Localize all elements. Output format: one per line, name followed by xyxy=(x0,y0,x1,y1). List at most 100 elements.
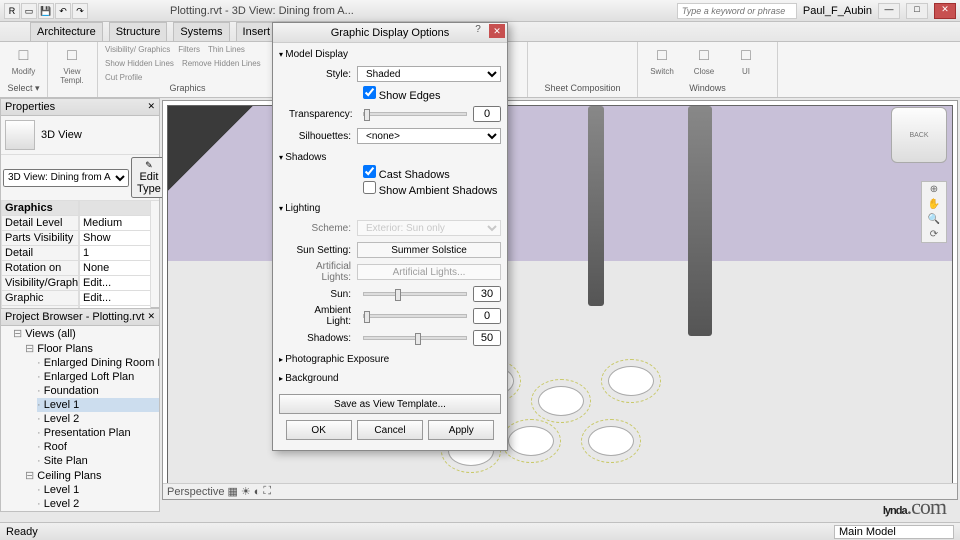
ambient-shadows-checkbox[interactable] xyxy=(363,181,376,194)
sun-label: Sun: xyxy=(289,289,357,300)
dialog-close-icon[interactable]: ✕ xyxy=(489,24,505,38)
group-graphics: Graphics xyxy=(102,83,273,95)
open-icon[interactable]: ▭ xyxy=(21,3,37,19)
sun-path-icon[interactable]: ☀ xyxy=(241,485,251,498)
tree-item[interactable]: Level 1 xyxy=(37,483,159,497)
dialog-title: Graphic Display Options xyxy=(331,27,450,39)
show-hidden-lines-button[interactable]: Show Hidden Lines xyxy=(102,58,177,69)
tree-item[interactable]: Roof xyxy=(37,440,159,454)
prop-rotation[interactable]: None xyxy=(79,261,151,276)
watermark: lynda.com xyxy=(883,494,946,520)
crop-icon[interactable]: ⛶ xyxy=(263,485,271,498)
main-model-select[interactable] xyxy=(834,525,954,539)
shadows-icon[interactable]: ◐ xyxy=(254,486,261,498)
tree-floor-plans[interactable]: Floor Plans xyxy=(25,341,159,356)
section-shadows[interactable]: Shadows xyxy=(279,150,501,165)
silhouettes-label: Silhouettes: xyxy=(289,131,357,142)
tab-insert[interactable]: Insert xyxy=(236,22,278,41)
tree-item[interactable]: Level 2 xyxy=(37,412,159,426)
view-cube[interactable]: BACK xyxy=(891,107,947,163)
perspective-label[interactable]: Perspective xyxy=(167,486,224,498)
zoom-icon[interactable]: 🔍 xyxy=(928,214,940,225)
cut-profile-button[interactable]: Cut Profile xyxy=(102,72,145,83)
user-interface-button[interactable]: UI xyxy=(726,45,766,83)
switch-windows-button[interactable]: Switch xyxy=(642,45,682,83)
tree-views[interactable]: Views (all) xyxy=(13,326,159,341)
thin-lines-button[interactable]: Thin Lines xyxy=(205,44,248,55)
undo-icon[interactable]: ↶ xyxy=(55,3,71,19)
filters-button[interactable]: Filters xyxy=(175,44,203,55)
orbit-icon[interactable]: ⟳ xyxy=(930,229,938,240)
properties-close-icon[interactable]: ✕ xyxy=(147,101,155,113)
type-preview-icon xyxy=(5,120,35,150)
section-model-display[interactable]: Model Display xyxy=(279,47,501,62)
sun-setting-label: Sun Setting: xyxy=(289,245,357,256)
tab-systems[interactable]: Systems xyxy=(173,22,229,41)
app-menu-icon[interactable]: R xyxy=(4,3,20,19)
prop-parts-visibility[interactable]: Show Original xyxy=(79,231,151,246)
section-photographic-exposure[interactable]: Photographic Exposure xyxy=(279,352,501,367)
show-edges-checkbox[interactable] xyxy=(363,86,376,99)
dialog-help-icon[interactable]: ? xyxy=(471,24,485,38)
redo-icon[interactable]: ↷ xyxy=(72,3,88,19)
maximize-button[interactable]: □ xyxy=(906,3,928,19)
close-hidden-button[interactable]: Close xyxy=(684,45,724,83)
tree-item-selected[interactable]: Level 1 xyxy=(37,398,159,412)
prop-graphic-display[interactable]: Edit... xyxy=(79,291,151,306)
tree-item[interactable]: Presentation Plan xyxy=(37,426,159,440)
sun-input[interactable] xyxy=(473,286,501,302)
save-icon[interactable]: 💾 xyxy=(38,3,54,19)
prop-detail-level[interactable]: Medium xyxy=(79,216,151,231)
section-background[interactable]: Background xyxy=(279,371,501,386)
tree-item[interactable]: Enlarged Dining Room Plan xyxy=(37,356,159,370)
ok-button[interactable]: OK xyxy=(286,420,352,440)
visual-style-icon[interactable]: ▦ xyxy=(227,485,237,498)
silhouettes-select[interactable]: <none> xyxy=(357,128,501,144)
tab-architecture[interactable]: Architecture xyxy=(30,22,103,41)
tree-item[interactable]: Level 2 xyxy=(37,497,159,511)
type-name: 3D View xyxy=(41,129,82,141)
status-bar: Ready xyxy=(0,522,960,540)
transparency-input[interactable] xyxy=(473,106,501,122)
ambient-light-label: Ambient Light: xyxy=(289,305,357,327)
tree-item[interactable]: Enlarged Loft Plan xyxy=(37,370,159,384)
search-input[interactable] xyxy=(677,3,797,19)
steering-wheel-icon[interactable]: ⊕ xyxy=(930,184,938,195)
remove-hidden-lines-button[interactable]: Remove Hidden Lines xyxy=(179,58,264,69)
style-select[interactable]: Shaded xyxy=(357,66,501,82)
sun-slider[interactable] xyxy=(363,292,467,296)
browser-close-icon[interactable]: ✕ xyxy=(147,311,155,323)
group-select[interactable]: Select ▾ xyxy=(4,83,43,95)
shadows-intensity-slider[interactable] xyxy=(363,336,467,340)
style-label: Style: xyxy=(289,69,357,80)
navigation-bar[interactable]: ⊕ ✋ 🔍 ⟳ xyxy=(921,181,947,243)
quick-access-toolbar: R ▭ 💾 ↶ ↷ xyxy=(4,3,88,19)
prop-detail-number[interactable]: 1 xyxy=(79,246,151,261)
section-lighting[interactable]: Lighting xyxy=(279,201,501,216)
scheme-select: Exterior: Sun only xyxy=(357,220,501,236)
apply-button[interactable]: Apply xyxy=(428,420,494,440)
close-button[interactable]: ✕ xyxy=(934,3,956,19)
project-browser-tree[interactable]: Views (all) Floor Plans Enlarged Dining … xyxy=(1,326,159,511)
artificial-lights-button xyxy=(357,264,501,280)
shadows-intensity-input[interactable] xyxy=(473,330,501,346)
transparency-label: Transparency: xyxy=(289,109,357,120)
minimize-button[interactable]: — xyxy=(878,3,900,19)
tree-item[interactable]: Foundation xyxy=(37,384,159,398)
transparency-slider[interactable] xyxy=(363,112,467,116)
tree-item[interactable]: Site Plan xyxy=(37,454,159,468)
save-as-view-template-button[interactable]: Save as View Template... xyxy=(279,394,501,414)
modify-button[interactable]: Modify xyxy=(4,45,43,83)
tree-ceiling-plans[interactable]: Ceiling Plans xyxy=(25,468,159,483)
ambient-light-input[interactable] xyxy=(473,308,501,324)
cast-shadows-checkbox[interactable] xyxy=(363,165,376,178)
ambient-light-slider[interactable] xyxy=(363,314,467,318)
view-templates-button[interactable]: ViewTempl. xyxy=(52,45,92,83)
visibility-graphics-button[interactable]: Visibility/ Graphics xyxy=(102,44,173,55)
prop-visibility-override[interactable]: Edit... xyxy=(79,276,151,291)
pan-icon[interactable]: ✋ xyxy=(928,199,940,210)
tab-structure[interactable]: Structure xyxy=(109,22,168,41)
type-selector[interactable]: 3D View: Dining from A xyxy=(3,169,129,187)
sun-setting-button[interactable] xyxy=(357,242,501,258)
cancel-button[interactable]: Cancel xyxy=(357,420,423,440)
